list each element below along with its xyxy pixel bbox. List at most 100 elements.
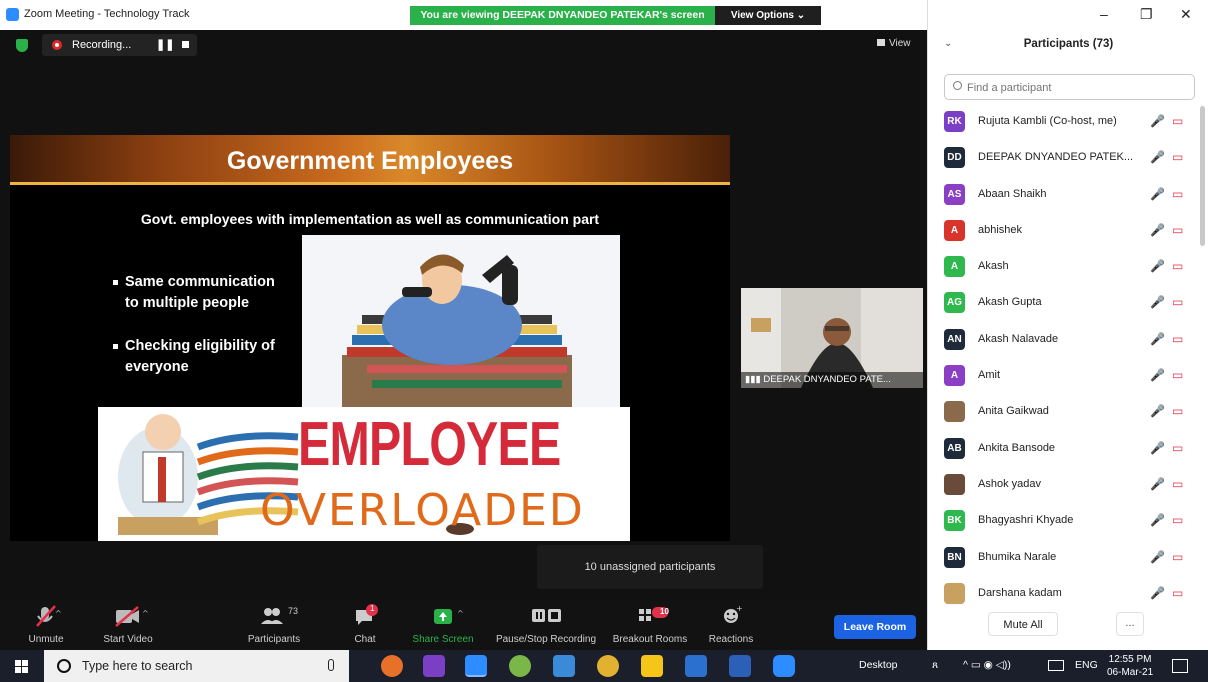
chat-button[interactable]: 1 Chat bbox=[345, 604, 385, 645]
svg-text:^: ^ bbox=[142, 609, 148, 618]
slide-subtitle: Govt. employees with implementation as w… bbox=[140, 211, 600, 227]
participant-avatar: A bbox=[944, 365, 965, 387]
zoom-alt-icon[interactable] bbox=[773, 655, 795, 677]
participant-row[interactable]: AN Akash Nalavade 🎤 ▭ bbox=[928, 324, 1200, 360]
sticky-notes-icon[interactable] bbox=[641, 655, 663, 677]
svg-text:+: + bbox=[736, 604, 743, 613]
participant-row[interactable]: Aabhishek 🎤 ▭ bbox=[928, 215, 1200, 251]
app-icon[interactable] bbox=[553, 655, 575, 677]
video-off-icon: ▭ bbox=[1172, 150, 1184, 165]
participant-row[interactable]: AB Ankita Bansode 🎤 ▭ bbox=[928, 433, 1200, 469]
participants-button[interactable]: 73 Participants bbox=[242, 604, 306, 645]
share-screen-label: Share Screen bbox=[412, 634, 474, 645]
video-off-icon: ▭ bbox=[1172, 114, 1184, 128]
muted-mic-icon: 🎤 bbox=[1150, 585, 1165, 600]
participant-row[interactable]: A Akash 🎤 ▭ bbox=[928, 251, 1200, 287]
stop-recording-icon[interactable] bbox=[182, 41, 189, 48]
participant-avatar: BN bbox=[944, 546, 965, 568]
view-button[interactable]: View bbox=[877, 38, 911, 49]
close-button[interactable]: ✕ bbox=[1180, 6, 1192, 23]
chrome-icon[interactable] bbox=[597, 655, 619, 677]
visual-studio-icon[interactable] bbox=[423, 655, 445, 677]
video-off-icon: ▭ bbox=[1172, 186, 1184, 201]
participant-avatar: A bbox=[944, 256, 965, 278]
participant-row[interactable]: A Amit 🎤 ▭ bbox=[928, 360, 1200, 396]
muted-mic-icon: 🎤 bbox=[1150, 331, 1165, 346]
participant-row[interactable]: Darshana kadam 🎤 ▭ bbox=[928, 578, 1200, 614]
participant-row[interactable]: AG Akash Gupta 🎤 ▭ bbox=[928, 287, 1200, 323]
participant-name: Rujuta Kambli (Co-host, me) bbox=[978, 115, 1117, 127]
participant-name: Bhagyashri Khyade bbox=[978, 514, 1074, 527]
start-video-button[interactable]: ^ Start Video bbox=[98, 604, 158, 645]
slide-title: Government Employees bbox=[226, 147, 514, 175]
teams-icon[interactable] bbox=[685, 655, 707, 677]
pause-recording-icon[interactable]: ❚❚ bbox=[156, 38, 174, 51]
minimize-button[interactable]: – bbox=[1100, 6, 1108, 22]
video-off-icon: ▭ bbox=[1172, 368, 1184, 383]
taskbar-clock[interactable]: 12:55 PM 06-Mar-21 bbox=[1107, 653, 1153, 679]
breakout-rooms-label: Breakout Rooms bbox=[612, 634, 688, 645]
muted-mic-icon: 🎤 bbox=[1150, 513, 1165, 528]
participant-row[interactable]: Anita Gaikwad 🎤 ▭ bbox=[928, 396, 1200, 432]
desktop-toolbar[interactable]: Desktop bbox=[859, 659, 898, 671]
breakout-rooms-button[interactable]: 10 Breakout Rooms bbox=[610, 604, 690, 645]
muted-mic-icon: 🎤 bbox=[1150, 150, 1165, 165]
search-icon bbox=[953, 81, 962, 90]
employee-overloaded-banner: EMPLOYEE OVERLOADED bbox=[98, 407, 630, 541]
video-off-icon: ▭ bbox=[1172, 259, 1184, 274]
notifications-icon[interactable] bbox=[1172, 659, 1188, 673]
microphone-icon[interactable] bbox=[328, 659, 334, 671]
android-studio-icon[interactable] bbox=[509, 655, 531, 677]
video-off-icon: ▭ bbox=[1172, 404, 1184, 419]
tray-icons[interactable]: ^ ▭ ◉ ◁)) bbox=[963, 659, 1011, 671]
unmute-button[interactable]: ^ Unmute bbox=[18, 604, 74, 645]
participant-name: Akash Nalavade bbox=[978, 332, 1059, 345]
participant-name: Akash Gupta bbox=[978, 296, 1042, 309]
maximize-button[interactable]: ❐ bbox=[1140, 6, 1153, 23]
more-options-button[interactable]: ... bbox=[1116, 612, 1144, 636]
video-name-label: ▮▮▮ DEEPAK DNYANDEO PATE... bbox=[741, 372, 923, 388]
participants-label: Participants bbox=[247, 634, 301, 645]
participant-row[interactable]: Ashok yadav 🎤 ▭ bbox=[928, 469, 1200, 505]
participant-search[interactable] bbox=[944, 74, 1195, 100]
participant-name: Bhumika Narale bbox=[978, 550, 1057, 563]
participant-row[interactable]: AS Abaan Shaikh 🎤 ▭ bbox=[928, 179, 1200, 215]
mute-all-button[interactable]: Mute All bbox=[988, 612, 1058, 636]
word-icon[interactable] bbox=[729, 655, 751, 677]
firefox-icon[interactable] bbox=[381, 655, 403, 677]
slide-bullet: Checking eligibility of everyone bbox=[113, 336, 288, 378]
recording-indicator: Recording... ❚❚ bbox=[42, 34, 197, 56]
share-screen-button[interactable]: ^ Share Screen bbox=[410, 604, 476, 645]
participant-search-input[interactable] bbox=[967, 79, 1187, 96]
language-indicator[interactable]: ENG bbox=[1075, 659, 1098, 671]
pause-stop-icon bbox=[493, 604, 599, 630]
participant-list-scrollbar[interactable] bbox=[1200, 106, 1205, 246]
participant-avatar bbox=[944, 582, 965, 604]
share-screen-icon: ^ bbox=[410, 604, 476, 630]
participant-list: RK Rujuta Kambli (Co-host, me) 🎤 ▭ DD DEEPAK … bbox=[928, 106, 1200, 614]
zoom-taskbar-icon[interactable] bbox=[465, 655, 487, 677]
breakout-badge: 10 bbox=[660, 607, 669, 616]
participant-row[interactable]: DD DEEPAK DNYANDEO PATEK... 🎤 ▭ bbox=[928, 142, 1200, 178]
clock-time: 12:55 PM bbox=[1108, 654, 1152, 665]
muted-mic-icon: 🎤 bbox=[1150, 295, 1165, 310]
reactions-button[interactable]: + Reactions bbox=[703, 604, 759, 645]
people-icon[interactable]: ጸ bbox=[932, 659, 938, 672]
presenter-video-tile[interactable]: ▮▮▮ DEEPAK DNYANDEO PATE... bbox=[741, 288, 923, 388]
keyboard-icon[interactable] bbox=[1048, 660, 1064, 671]
view-options-button[interactable]: View Options ⌄ bbox=[715, 6, 821, 25]
participant-row[interactable]: BN Bhumika Narale 🎤 ▭ bbox=[928, 542, 1200, 578]
participant-name: Anita Gaikwad bbox=[978, 405, 1049, 418]
muted-mic-icon: 🎤 bbox=[1150, 404, 1165, 419]
video-off-icon: ^ bbox=[98, 604, 158, 630]
pause-stop-recording-button[interactable]: Pause/Stop Recording bbox=[493, 604, 599, 645]
participant-row[interactable]: BK Bhagyashri Khyade 🎤 ▭ bbox=[928, 505, 1200, 541]
participant-row[interactable]: RK Rujuta Kambli (Co-host, me) 🎤 ▭ bbox=[928, 106, 1200, 142]
participant-name: Ankita Bansode bbox=[978, 441, 1056, 454]
taskbar-search-box[interactable]: Type here to search bbox=[44, 650, 349, 682]
zoom-app-icon bbox=[6, 8, 19, 21]
unmute-label: Unmute bbox=[28, 634, 64, 645]
security-shield-icon[interactable] bbox=[16, 39, 28, 52]
windows-start-icon[interactable] bbox=[15, 660, 28, 673]
leave-room-button[interactable]: Leave Room bbox=[834, 615, 916, 639]
